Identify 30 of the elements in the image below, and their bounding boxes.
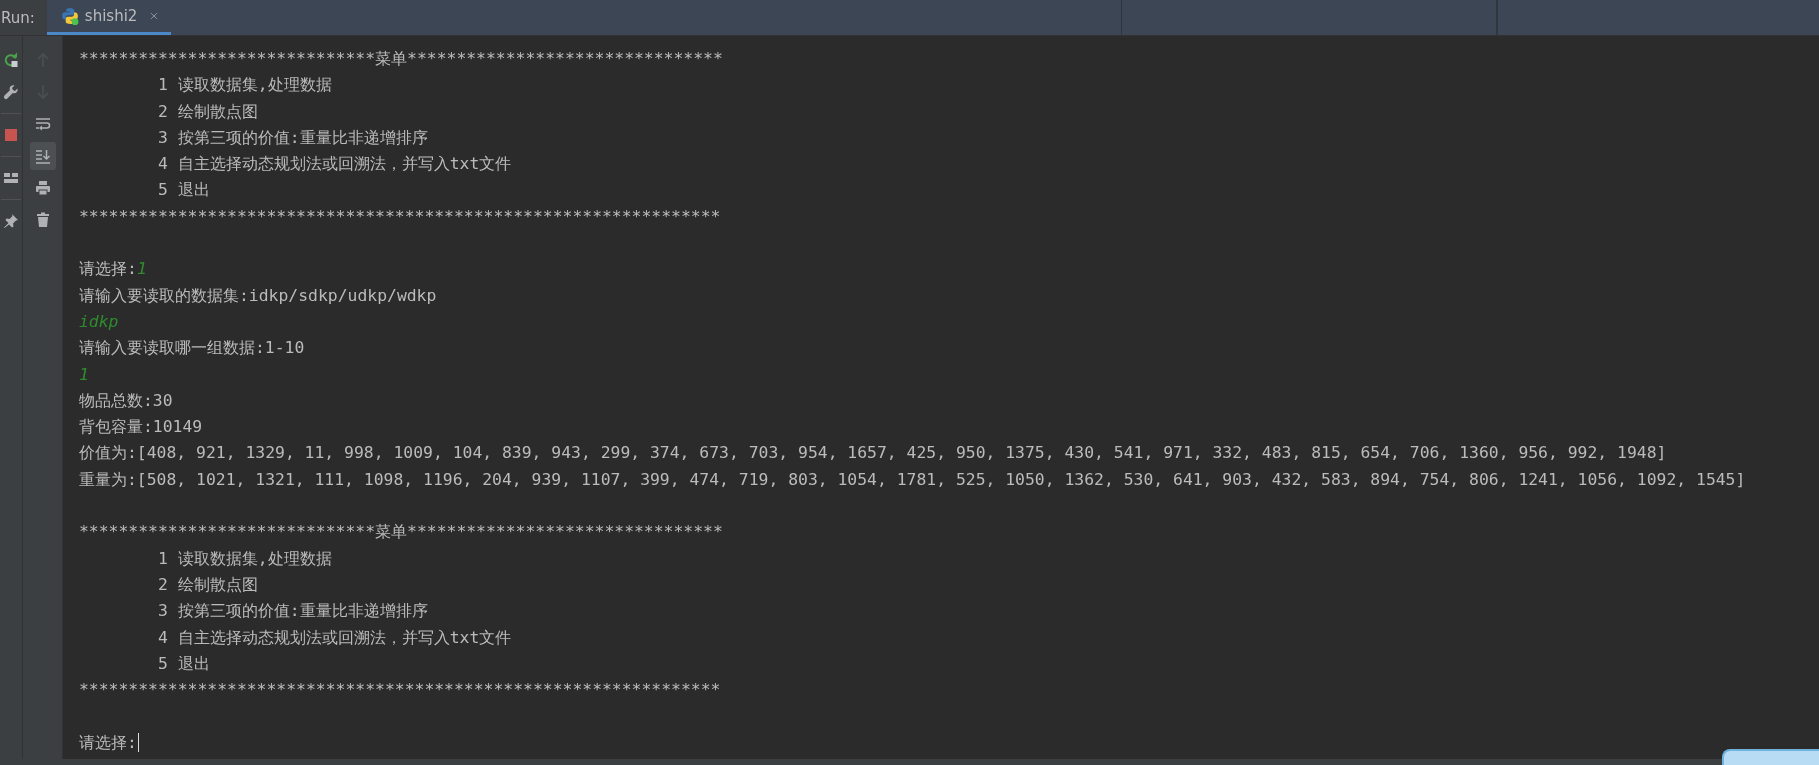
- user-input-text: 1: [79, 363, 89, 386]
- scroll-to-end-icon[interactable]: [29, 142, 56, 170]
- console-text: 价值为:[408, 921, 1329, 11, 998, 1009, 104, 839, 943, 299, 374, 673, 703, 954, 1657, 425, 950, 1375, 430, 541, 971, 332, 483, 815, 654, 706, 1360, 956, 992, 1948]: [79, 442, 1667, 465]
- user-input-text: idkp: [79, 310, 119, 333]
- console-text: 3 按第三项的价值:重量比非递增排序: [158, 126, 428, 149]
- console-text: 1 读取数据集,处理数据: [158, 547, 332, 570]
- console-text: 请选择:: [79, 258, 137, 281]
- console-text: *****************************************************************: [79, 679, 721, 702]
- run-tab[interactable]: shishi2: [46, 0, 172, 35]
- console-text: 5 退出: [158, 179, 210, 202]
- console-text: 4 自主选择动态规划法或回溯法，并写入txt文件: [158, 626, 512, 649]
- console-text: 2 绘制散点图: [158, 100, 258, 123]
- console-text: 背包容量:10149: [79, 416, 203, 439]
- user-input-text: 1: [136, 258, 147, 281]
- console-text: 请选择:: [79, 731, 137, 754]
- console-text: ******************************菜单********************************: [79, 48, 723, 70]
- console-text: *****************************************************************: [79, 205, 721, 228]
- console-text: ******************************菜单********************************: [79, 521, 723, 544]
- console-text: 物品总数:30: [79, 389, 173, 412]
- console-text: 2 绘制散点图: [158, 573, 258, 596]
- run-label: Run:: [0, 7, 36, 29]
- console-text: 重量为:[508, 1021, 1321, 111, 1098, 1196, 204, 939, 1107, 399, 474, 719, 803, 1054, 1781, 525, 1050, 1362, 530, 641, 903, 432, 583, 894, 754, 806, 1241, 1056, 1092, 1545]: [79, 468, 1746, 491]
- console-text: 4 自主选择动态规划法或回溯法，并写入txt文件: [158, 153, 512, 176]
- console-text: 3 按第三项的价值:重量比非递增排序: [158, 600, 428, 623]
- console-text: 5 退出: [158, 652, 210, 675]
- console-text: 1 读取数据集,处理数据: [158, 74, 332, 97]
- console-text: 请输入要读取的数据集:idkp/sdkp/udkp/wdkp: [79, 284, 437, 307]
- close-icon[interactable]: [149, 11, 160, 21]
- console-text: 请输入要读取哪一组数据:1-10: [79, 337, 305, 360]
- python-file-icon: [60, 7, 79, 25]
